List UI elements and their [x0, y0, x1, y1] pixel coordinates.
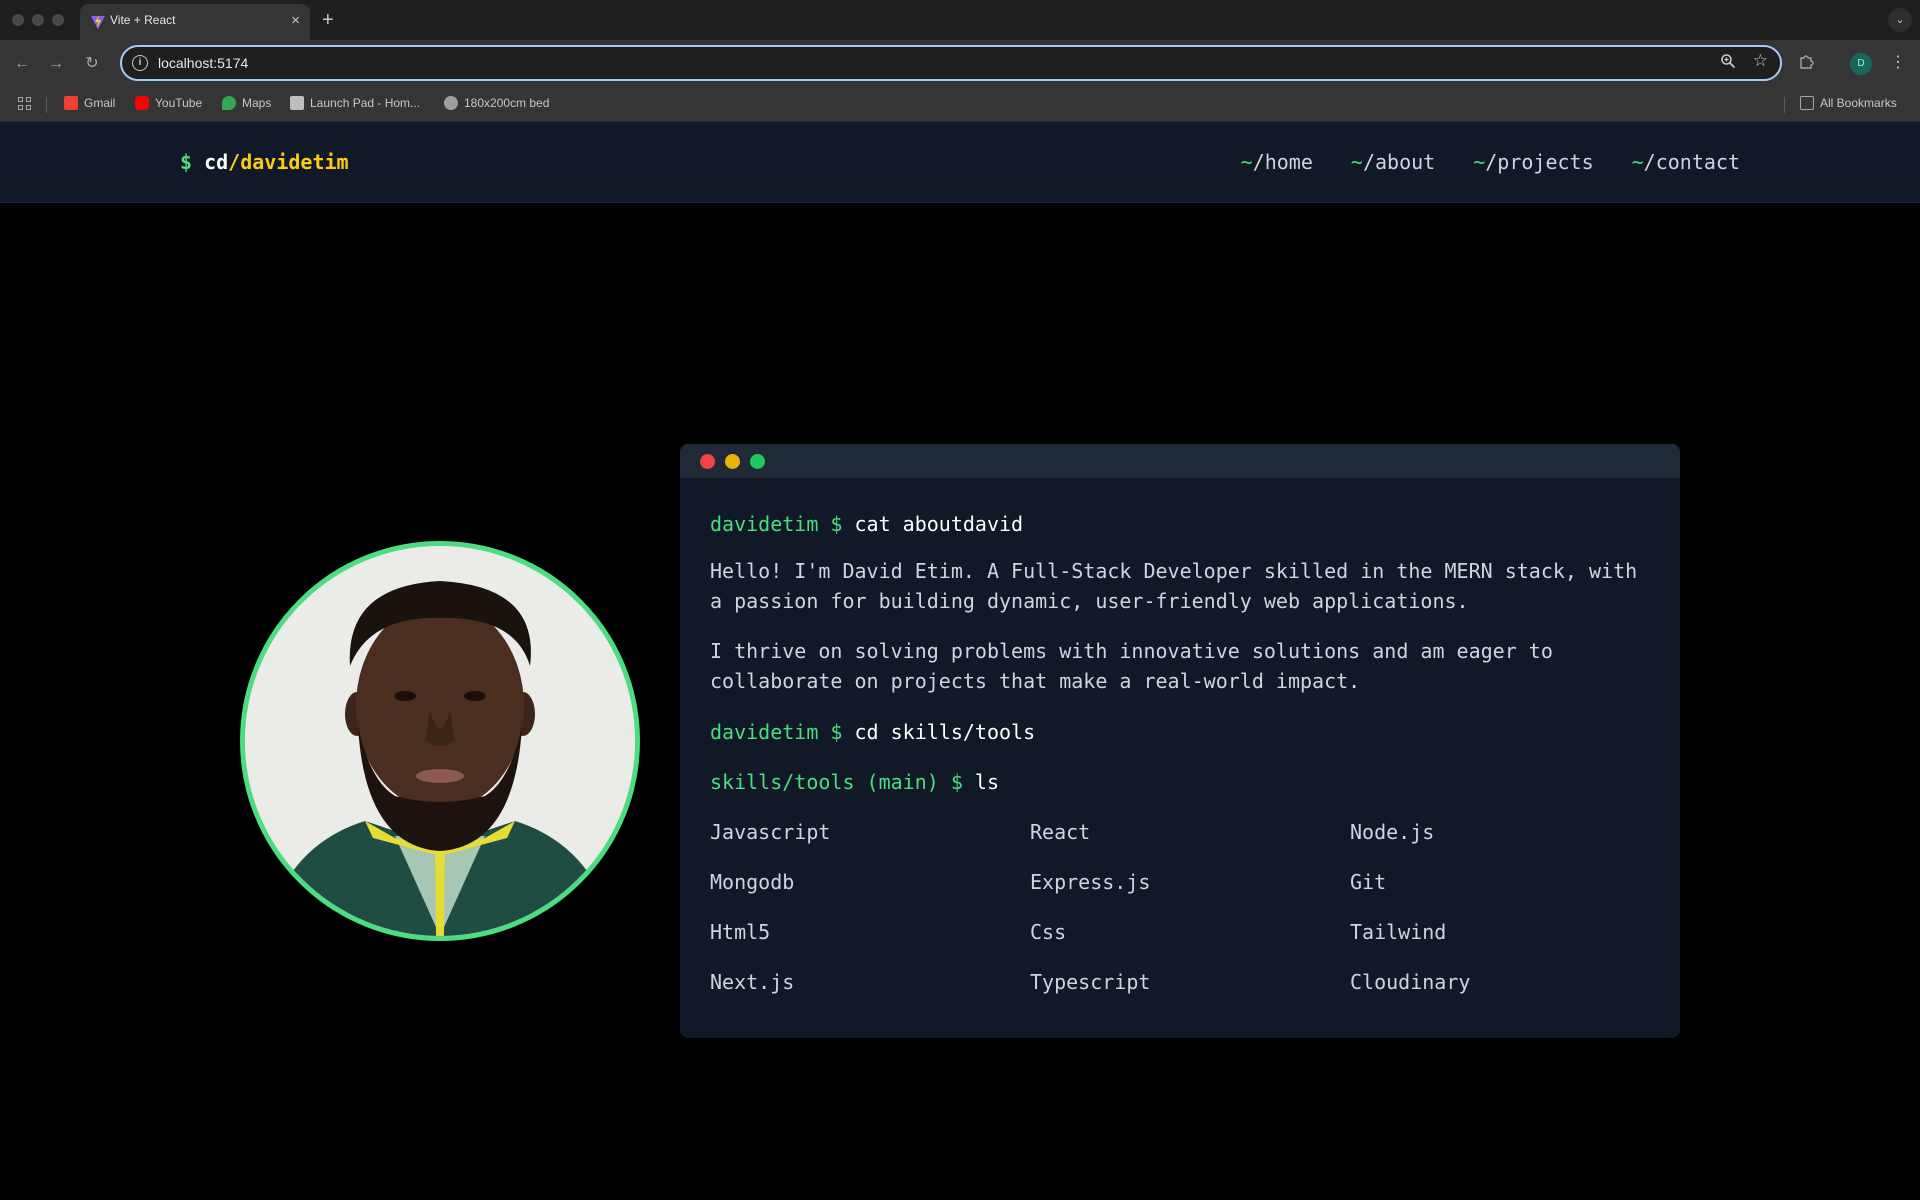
terminal-command: cd skills/tools: [842, 720, 1036, 744]
profile-avatar[interactable]: D: [1850, 53, 1872, 75]
youtube-icon: [135, 96, 149, 110]
url-text[interactable]: localhost:5174: [158, 55, 248, 71]
skills-list: Javascript React Node.js Mongodb Express…: [710, 820, 1650, 994]
skill-item: Typescript: [1030, 970, 1151, 994]
vite-logo-icon: [91, 15, 105, 29]
nav-link-about[interactable]: ~/about: [1351, 150, 1435, 174]
tab-search-button[interactable]: ⌄: [1888, 8, 1912, 32]
terminal-command-line: skills/tools (main) $ ls: [710, 770, 1650, 794]
site-info-icon[interactable]: i: [132, 55, 148, 71]
skill-item: Express.js: [1030, 870, 1151, 894]
terminal-minimize-dot: [725, 454, 740, 469]
globe-icon: [444, 96, 458, 110]
bookmarks-divider: [46, 97, 47, 113]
new-tab-button[interactable]: +: [322, 6, 334, 34]
zoom-icon[interactable]: [1720, 53, 1736, 69]
tab-close-icon[interactable]: ×: [291, 12, 300, 30]
address-bar[interactable]: i localhost:5174 ☆: [120, 45, 1782, 81]
brand-dollar: $: [180, 150, 193, 174]
back-arrow-icon[interactable]: ←: [10, 52, 34, 76]
site-nav-links: ~/home ~/about ~/projects ~/contact: [1241, 150, 1740, 174]
site-navbar: $ cd/davidetim ~/home ~/about ~/projects…: [0, 122, 1920, 203]
terminal-close-dot: [700, 454, 715, 469]
all-bookmarks-button[interactable]: All Bookmarks: [1800, 96, 1897, 110]
nav-tilde: ~: [1350, 150, 1363, 174]
skill-item: Mongodb: [710, 870, 795, 894]
browser-tab-active[interactable]: Vite + React ×: [80, 4, 310, 40]
skill-item: Git: [1350, 870, 1387, 894]
all-bookmarks-label: All Bookmarks: [1820, 96, 1897, 110]
skill-item: React: [1030, 820, 1091, 844]
bookmark-label: 180x200cm bed: [464, 96, 550, 110]
bookmarks-bar: Gmail YouTube Maps Launch Pad - Hom... 1…: [0, 88, 1920, 122]
launchpad-icon: [290, 96, 304, 110]
bookmark-label: Launch Pad - Hom...: [310, 96, 421, 110]
nav-tilde: ~: [1631, 150, 1644, 174]
terminal-body: davidetim $ cat aboutdavid Hello! I'm Da…: [680, 478, 1680, 994]
terminal-command-line: davidetim $ cat aboutdavid: [710, 512, 1650, 536]
nav-label: /projects: [1485, 150, 1594, 174]
nav-tilde: ~: [1240, 150, 1253, 174]
skill-item: Css: [1030, 920, 1067, 944]
window-minimize-button[interactable]: [32, 14, 44, 26]
bookmark-youtube[interactable]: YouTube: [135, 96, 202, 110]
about-paragraph-2: I thrive on solving problems with innova…: [710, 639, 1553, 693]
terminal-prompt: davidetim $: [710, 720, 843, 744]
reload-icon[interactable]: ↻: [80, 52, 104, 76]
portrait-illustration: [245, 546, 635, 936]
terminal-titlebar: [680, 444, 1680, 478]
nav-label: /home: [1252, 150, 1313, 174]
nav-tilde: ~: [1473, 150, 1486, 174]
terminal-command-line: davidetim $ cd skills/tools: [710, 720, 1650, 744]
bookmark-label: Gmail: [84, 96, 116, 110]
bookmark-label: Maps: [242, 96, 272, 110]
browser-menu-icon[interactable]: ⋮: [1890, 52, 1906, 72]
profile-photo: [240, 541, 640, 941]
forward-arrow-icon[interactable]: →: [44, 52, 68, 76]
page-content: $ cd/davidetim ~/home ~/about ~/projects…: [0, 122, 1920, 1200]
terminal-prompt: skills/tools (main) $: [710, 770, 963, 794]
nav-link-contact[interactable]: ~/contact: [1632, 150, 1740, 174]
brand-cd: cd: [192, 150, 229, 174]
terminal-command: cat aboutdavid: [842, 512, 1024, 536]
gmail-icon: [64, 96, 78, 110]
site-brand-link[interactable]: $ cd/davidetim: [180, 150, 349, 174]
brand-path: /davidetim: [228, 150, 349, 174]
skill-item: Next.js: [710, 970, 795, 994]
nav-link-home[interactable]: ~/home: [1241, 150, 1313, 174]
bookmark-launch-pad[interactable]: Launch Pad - Hom...: [290, 96, 420, 110]
skill-item: Cloudinary: [1350, 970, 1471, 994]
window-close-button[interactable]: [12, 14, 24, 26]
maps-icon: [222, 96, 236, 110]
terminal-prompt: davidetim $: [710, 512, 843, 536]
extensions-icon[interactable]: [1798, 52, 1816, 70]
folder-icon: [1800, 96, 1814, 110]
bookmarks-divider: [1784, 97, 1785, 113]
skill-item: Javascript: [710, 820, 831, 844]
nav-link-projects[interactable]: ~/projects: [1473, 150, 1593, 174]
nav-label: /contact: [1643, 150, 1740, 174]
window-zoom-button[interactable]: [52, 14, 64, 26]
terminal-command: ls: [962, 770, 999, 794]
about-terminal-window: davidetim $ cat aboutdavid Hello! I'm Da…: [680, 444, 1680, 1038]
nav-label: /about: [1362, 150, 1436, 174]
browser-toolbar: ← → ↻ i localhost:5174 ☆ D ⋮: [0, 40, 1920, 88]
browser-tab-strip: Vite + React × + ⌄: [0, 0, 1920, 40]
terminal-maximize-dot: [750, 454, 765, 469]
bookmark-label: YouTube: [155, 96, 203, 110]
about-paragraph-1: Hello! I'm David Etim. A Full-Stack Deve…: [710, 559, 1638, 613]
bookmark-gmail[interactable]: Gmail: [64, 96, 115, 110]
bookmark-star-icon[interactable]: ☆: [1753, 51, 1768, 71]
skill-item: Node.js: [1350, 820, 1435, 844]
tab-title: Vite + React: [110, 13, 176, 27]
bookmark-bed[interactable]: 180x200cm bed: [444, 96, 549, 110]
skill-item: Html5: [710, 920, 771, 944]
bookmark-maps[interactable]: Maps: [222, 96, 271, 110]
skill-item: Tailwind: [1350, 920, 1447, 944]
apps-grid-icon[interactable]: [18, 97, 33, 112]
